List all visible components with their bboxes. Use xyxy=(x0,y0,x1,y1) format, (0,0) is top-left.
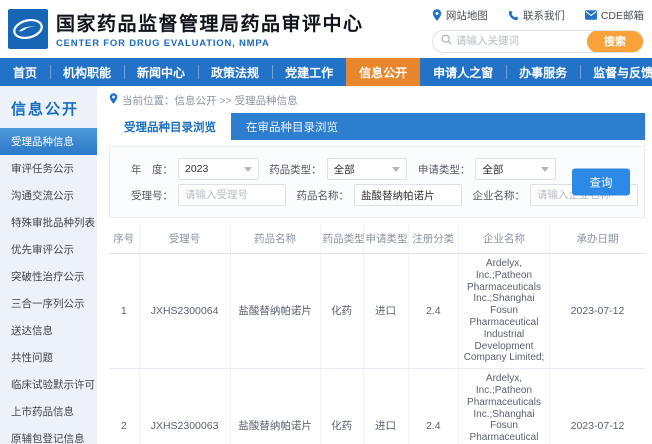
filter-panel: 年 度： 2023 药品类型： 全部 申请类型： 全部 受理号： xyxy=(109,146,645,218)
cell-drug-name: 盐酸替纳帕诺片 xyxy=(230,369,320,444)
chevron-down-icon xyxy=(392,167,400,172)
cell-accept-no: JXHS2300064 xyxy=(139,254,230,369)
nav-item-services[interactable]: 办事服务 xyxy=(506,58,580,86)
cell-date: 2023-07-12 xyxy=(550,254,645,369)
accept-no-label: 受理号： xyxy=(118,188,178,203)
sidebar-item-breakthrough-therapy[interactable]: 突破性治疗公示 xyxy=(0,263,97,290)
nav-item-policies[interactable]: 政策法规 xyxy=(198,58,272,86)
site-title-en: CENTER FOR DRUG EVALUATION, NMPA xyxy=(56,38,432,49)
nav-item-applicant-window[interactable]: 申请人之窗 xyxy=(420,58,506,86)
top-links: 网站地图 联系我们 CDE邮箱 xyxy=(432,8,644,23)
location-pin-icon xyxy=(432,9,442,21)
col-date: 承办日期 xyxy=(550,224,645,254)
cell-apply-type: 进口 xyxy=(363,254,408,369)
cell-apply-type: 进口 xyxy=(363,369,408,444)
year-label: 年 度： xyxy=(118,162,178,177)
site-title-block: 国家药品监督管理局药品审评中心 CENTER FOR DRUG EVALUATI… xyxy=(56,9,432,49)
query-button[interactable]: 查询 xyxy=(572,169,630,196)
sidebar-item-marketed-drugs[interactable]: 上市药品信息 xyxy=(0,398,97,425)
nav-item-org-functions[interactable]: 机构职能 xyxy=(50,58,124,86)
cell-drug-type: 化药 xyxy=(320,254,363,369)
cde-logo-icon[interactable] xyxy=(8,9,48,49)
cell-reg-class: 2.4 xyxy=(408,254,458,369)
contact-label: 联系我们 xyxy=(523,8,565,23)
cde-mail-link[interactable]: CDE邮箱 xyxy=(585,8,644,23)
year-select[interactable]: 2023 xyxy=(178,158,259,180)
sidebar: 信息公开 受理品种信息 审评任务公示 沟通交流公示 特殊审批品种列表 优先审评公… xyxy=(0,86,97,444)
sidebar-item-review-tasks[interactable]: 审评任务公示 xyxy=(0,155,97,182)
main-nav: 首页 机构职能 新闻中心 政策法规 党建工作 信息公开 申请人之窗 办事服务 监… xyxy=(0,58,652,86)
sidebar-item-priority-review[interactable]: 优先审评公示 xyxy=(0,236,97,263)
col-reg-class: 注册分类 xyxy=(408,224,458,254)
sitemap-link[interactable]: 网站地图 xyxy=(432,8,488,23)
search-button[interactable]: 搜索 xyxy=(587,30,643,53)
company-label: 企业名称： xyxy=(470,188,530,203)
sidebar-item-special-approval[interactable]: 特殊审批品种列表 xyxy=(0,209,97,236)
sidebar-item-common-issues[interactable]: 共性问题 xyxy=(0,344,97,371)
sidebar-title: 信息公开 xyxy=(0,95,97,128)
contact-link[interactable]: 联系我们 xyxy=(508,8,565,23)
sidebar-item-communication[interactable]: 沟通交流公示 xyxy=(0,182,97,209)
nav-item-home[interactable]: 首页 xyxy=(0,58,50,86)
results-table: 序号 受理号 药品名称 药品类型 申请类型 注册分类 企业名称 承办日期 1 J… xyxy=(109,224,645,444)
site-search: 搜索 xyxy=(432,30,644,53)
nav-item-news[interactable]: 新闻中心 xyxy=(124,58,198,86)
col-accept-no: 受理号 xyxy=(139,224,230,254)
breadcrumb: 当前位置：信息公开 >> 受理品种信息 xyxy=(109,92,645,108)
site-title-cn: 国家药品监督管理局药品审评中心 xyxy=(56,9,432,36)
nav-item-party-building[interactable]: 党建工作 xyxy=(272,58,346,86)
cell-drug-name: 盐酸替纳帕诺片 xyxy=(230,254,320,369)
cell-reg-class: 2.4 xyxy=(408,369,458,444)
drug-name-input[interactable] xyxy=(354,184,462,206)
tab-under-review-catalog[interactable]: 在审品种目录浏览 xyxy=(231,113,353,140)
cell-date: 2023-07-12 xyxy=(550,369,645,444)
sidebar-item-clinical-trial-license[interactable]: 临床试验默示许可 xyxy=(0,371,97,398)
col-drug-type: 药品类型 xyxy=(320,224,363,254)
cell-company: Ardelyx, Inc.;Patheon Pharmaceuticals In… xyxy=(458,369,549,444)
tab-bar: 受理品种目录浏览 在审品种目录浏览 xyxy=(109,113,645,140)
col-no: 序号 xyxy=(109,224,139,254)
sidebar-item-accepted-varieties[interactable]: 受理品种信息 xyxy=(0,128,97,155)
sidebar-item-delivery-info[interactable]: 送达信息 xyxy=(0,317,97,344)
year-select-value: 2023 xyxy=(185,163,208,175)
cell-no: 2 xyxy=(109,369,139,444)
col-apply-type: 申请类型 xyxy=(363,224,408,254)
search-input[interactable] xyxy=(456,35,587,47)
header-right: 网站地图 联系我们 CDE邮箱 搜索 xyxy=(432,6,644,53)
sitemap-label: 网站地图 xyxy=(446,8,488,23)
chevron-down-icon xyxy=(541,167,549,172)
accept-no-input[interactable] xyxy=(178,184,286,206)
cell-drug-type: 化药 xyxy=(320,369,363,444)
col-company: 企业名称 xyxy=(458,224,549,254)
search-icon xyxy=(441,32,452,50)
cell-company: Ardelyx, Inc.;Patheon Pharmaceuticals In… xyxy=(458,254,549,369)
table-header-row: 序号 受理号 药品名称 药品类型 申请类型 注册分类 企业名称 承办日期 xyxy=(109,224,645,254)
sidebar-item-excipients-registration[interactable]: 原辅包登记信息 xyxy=(0,425,97,444)
breadcrumb-pin-icon xyxy=(109,93,118,107)
sidebar-item-three-in-one[interactable]: 三合一序列公示 xyxy=(0,290,97,317)
col-drug-name: 药品名称 xyxy=(230,224,320,254)
tab-accepted-catalog[interactable]: 受理品种目录浏览 xyxy=(109,113,231,140)
table-row: 1 JXHS2300064 盐酸替纳帕诺片 化药 进口 2.4 Ardelyx,… xyxy=(109,254,645,369)
nav-item-supervision-feedback[interactable]: 监督与反馈 xyxy=(580,58,652,86)
mail-icon xyxy=(585,10,597,20)
cde-mail-label: CDE邮箱 xyxy=(601,8,644,23)
cell-accept-no: JXHS2300063 xyxy=(139,369,230,444)
site-header: 国家药品监督管理局药品审评中心 CENTER FOR DRUG EVALUATI… xyxy=(0,0,652,58)
main-content: 当前位置：信息公开 >> 受理品种信息 受理品种目录浏览 在审品种目录浏览 年 … xyxy=(97,86,652,444)
table-row: 2 JXHS2300063 盐酸替纳帕诺片 化药 进口 2.4 Ardelyx,… xyxy=(109,369,645,444)
drug-type-select-value: 全部 xyxy=(334,162,355,177)
phone-icon xyxy=(508,10,519,21)
apply-type-select[interactable]: 全部 xyxy=(475,158,556,180)
drug-name-label: 药品名称： xyxy=(294,188,354,203)
nav-item-info-disclosure[interactable]: 信息公开 xyxy=(346,58,420,86)
drug-type-label: 药品类型： xyxy=(267,162,327,177)
apply-type-select-value: 全部 xyxy=(482,162,503,177)
breadcrumb-text: 当前位置：信息公开 >> 受理品种信息 xyxy=(122,93,298,108)
drug-type-select[interactable]: 全部 xyxy=(327,158,408,180)
apply-type-label: 申请类型： xyxy=(415,162,475,177)
chevron-down-icon xyxy=(244,167,252,172)
cell-no: 1 xyxy=(109,254,139,369)
